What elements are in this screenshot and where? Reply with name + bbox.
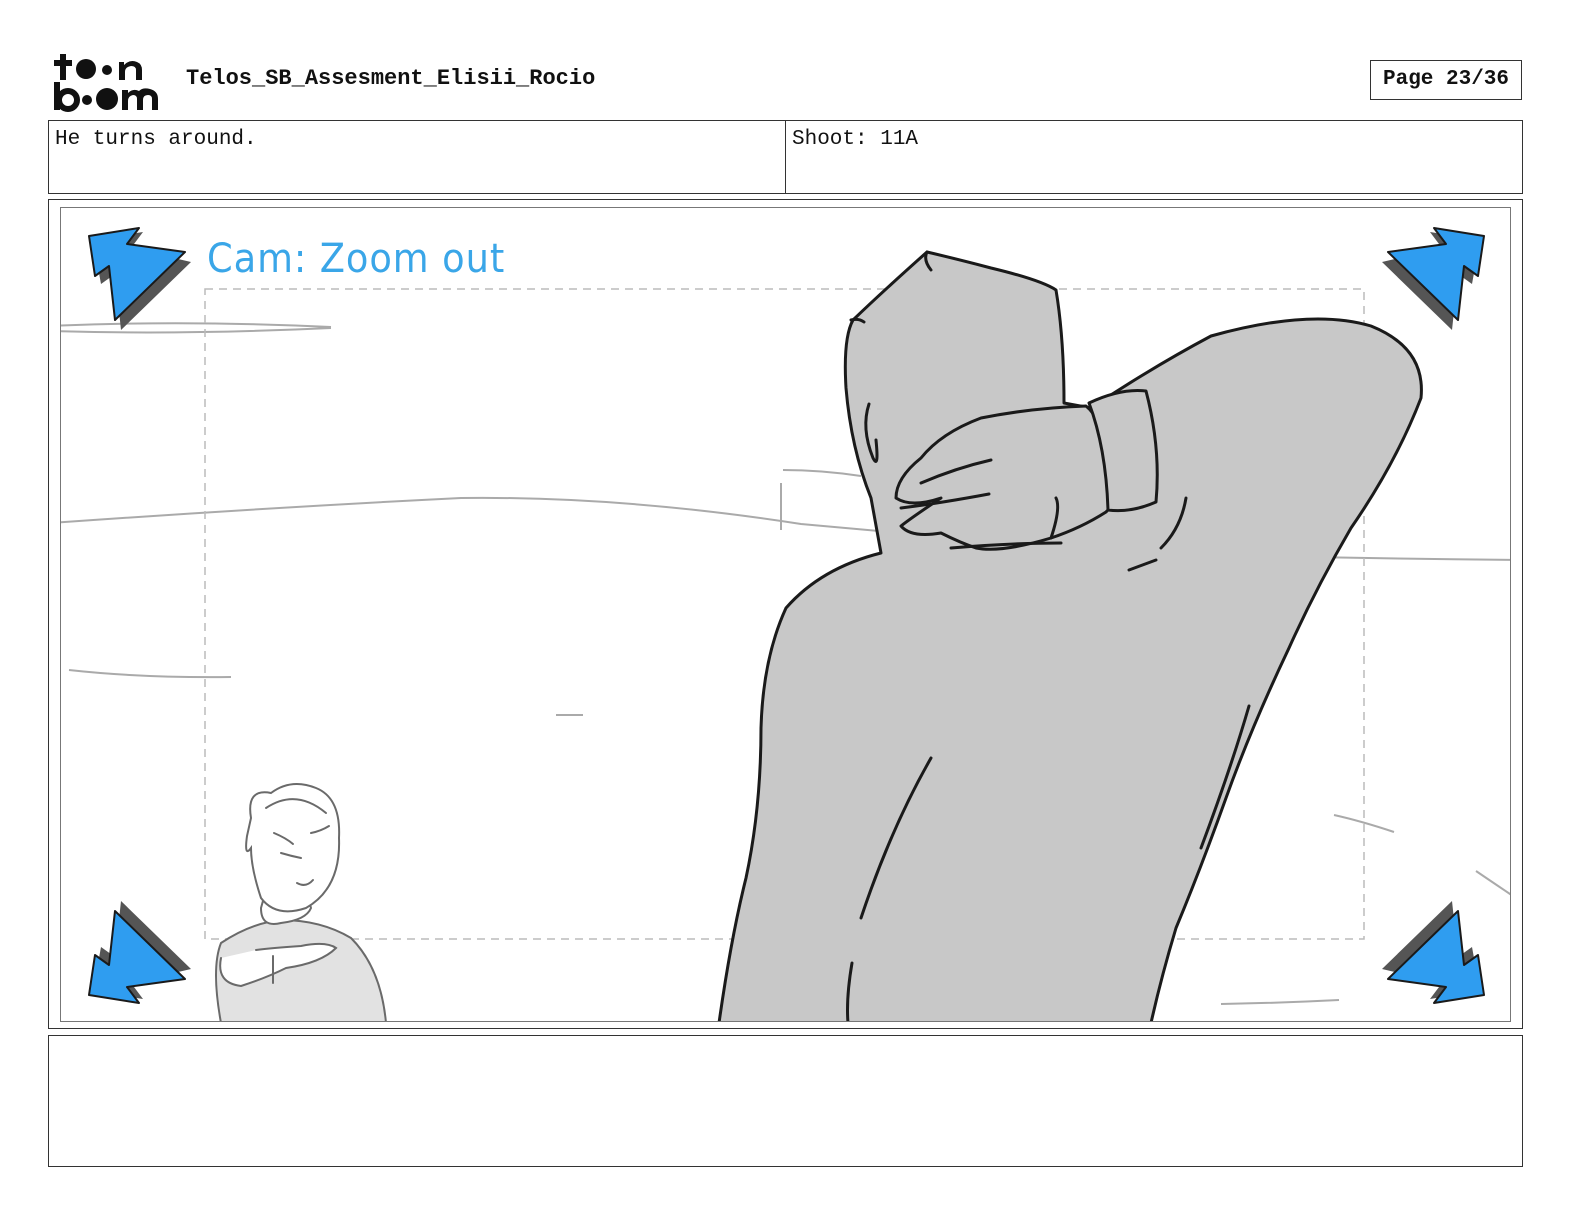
- shot-text: Shoot: 11A: [785, 121, 1522, 193]
- document-title: Telos_SB_Assesment_Elisii_Rocio: [186, 66, 596, 91]
- dialogue-notes-box: [48, 1035, 1523, 1167]
- toonboom-logo: [52, 50, 164, 112]
- camera-note: Cam: Zoom out: [207, 236, 506, 282]
- action-text: He turns around.: [55, 128, 257, 151]
- page-indicator: Page 23/36: [1370, 60, 1522, 100]
- panel-info-row: He turns around. Shoot: 11A: [48, 120, 1523, 194]
- storyboard-panel: Cam: Zoom out: [60, 207, 1511, 1022]
- panel-sketch: Cam: Zoom out: [61, 227, 1510, 1021]
